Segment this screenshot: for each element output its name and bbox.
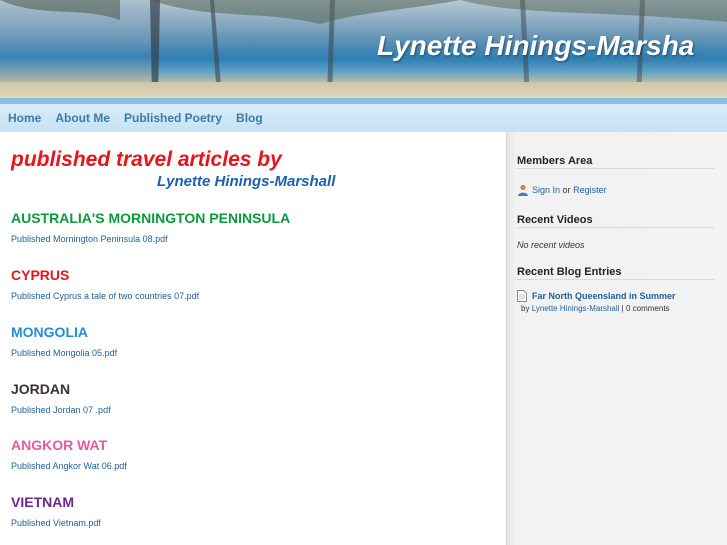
article-link-jordan[interactable]: Published Jordan 07 .pdf (11, 405, 111, 415)
article-link-mornington[interactable]: Published Mornington Peninsula 08.pdf (11, 234, 168, 244)
user-icon (518, 184, 528, 196)
members-or-text: or (562, 185, 571, 195)
article-link-angkor-wat[interactable]: Published Angkor Wat 06.pdf (11, 461, 127, 471)
blog-entry-meta: by Lynette Hinings-Marshall | 0 comments (521, 304, 670, 313)
nav-item-published-poetry[interactable]: Published Poetry (124, 111, 222, 125)
document-icon (517, 290, 527, 302)
recent-videos-heading: Recent Videos (517, 214, 593, 226)
members-area-divider (517, 168, 714, 169)
register-link[interactable]: Register (573, 185, 607, 195)
site-title[interactable]: Lynette Hinings-Marsha (377, 30, 694, 62)
blog-entry-by-text: by (521, 304, 530, 313)
members-links: Sign In or Register (532, 185, 607, 195)
nav-item-about-me[interactable]: About Me (55, 111, 110, 125)
header-banner: Lynette Hinings-Marsha (0, 0, 727, 98)
article-heading-jordan: JORDAN (11, 381, 71, 397)
article-link-vietnam[interactable]: Published Vietnam.pdf (11, 518, 101, 528)
recent-blog-entries-divider (517, 279, 714, 280)
header-beach (0, 82, 727, 98)
sign-in-link[interactable]: Sign In (532, 185, 560, 195)
article-heading-vietnam: VIETNAM (11, 494, 74, 510)
recent-blog-entries-heading: Recent Blog Entries (517, 266, 622, 278)
article-heading-mongolia: MONGOLIA (11, 324, 88, 340)
page-title: published travel articles by (11, 148, 282, 171)
members-area-heading: Members Area (517, 155, 593, 167)
article-link-cyprus[interactable]: Published Cyprus a tale of two countries… (11, 291, 199, 301)
nav-item-blog[interactable]: Blog (236, 111, 263, 125)
blog-entry-author-link[interactable]: Lynette Hinings-Marshall (532, 304, 620, 313)
blog-entry-comments-text[interactable]: 0 comments (626, 304, 670, 313)
main-nav: Home About Me Published Poetry Blog (0, 104, 727, 132)
blog-entry-title-link[interactable]: Far North Queensland in Summer (532, 291, 676, 301)
page-title-author: Lynette Hinings-Marshall (157, 173, 336, 190)
no-recent-videos-text: No recent videos (517, 240, 585, 250)
recent-videos-divider (517, 227, 714, 228)
article-heading-angkor-wat: ANGKOR WAT (11, 437, 108, 453)
article-heading-cyprus: CYPRUS (11, 267, 70, 283)
blog-entry-separator: | (621, 304, 624, 313)
sidebar: Members Area Sign In or Register Recent … (506, 132, 727, 545)
nav-item-home[interactable]: Home (8, 111, 41, 125)
main-content: published travel articles by Lynette Hin… (0, 132, 506, 545)
article-link-mongolia[interactable]: Published Mongolia 05.pdf (11, 348, 117, 358)
article-heading-mornington: AUSTRALIA'S MORNINGTON PENINSULA (11, 210, 291, 226)
